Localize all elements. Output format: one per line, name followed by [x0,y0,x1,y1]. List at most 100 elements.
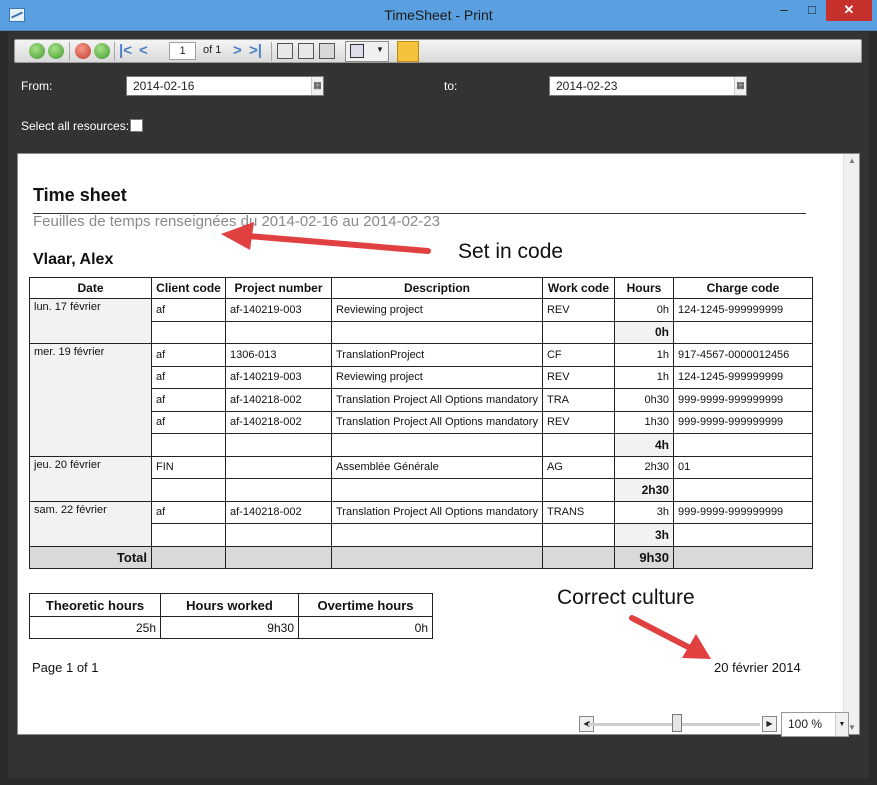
summary-header: Hours worked [160,593,299,617]
empty-cell [331,478,543,502]
empty-cell [672,545,813,569]
empty-cell [672,433,813,457]
project-number-cell: af-140218-002 [225,410,332,434]
last-page-icon[interactable]: >| [249,42,262,60]
client-code-cell: af [151,388,226,412]
zoom-select[interactable]: 100 % ▼ [781,712,849,737]
vertical-scrollbar[interactable]: ▲ ▼ [843,154,859,734]
date-cell: lun. 17 février [29,298,152,344]
print-date: 20 février 2014 [714,660,801,675]
print-preview-icon[interactable] [298,43,314,59]
page-number-input[interactable]: 1 [169,42,196,60]
summary-header: Theoretic hours [29,593,161,617]
annotation-set-in-code: Set in code [458,240,564,263]
empty-cell [541,523,615,547]
empty-cell [672,478,813,502]
work-code-cell: REV [541,365,615,389]
client-code-cell: af [151,298,226,322]
table-row: jeu. 20 février FIN Assemblée Générale AG 2h… [29,455,813,502]
date-cell: mer. 19 février [29,343,152,457]
summary-table: Theoretic hours Hours worked Overtime ho… [29,593,433,639]
empty-cell [151,545,226,569]
column-header: Project number [225,277,332,299]
empty-cell [672,320,813,344]
client-code-cell: af [151,343,226,367]
hours-cell: 3h [613,500,674,524]
description-cell: Translation Project All Options mandator… [331,500,543,524]
table-header-row: Date Client code Project number Descript… [29,277,813,299]
from-date-field[interactable]: 2014-02-16 ▦ [126,76,324,96]
maximize-button[interactable]: □ [798,0,826,21]
subtotal-hours: 3h [613,523,674,547]
charge-code-cell: 999-9999-999999999 [672,388,813,412]
table-row: lun. 17 février af af-140219-003 Reviewing … [29,298,813,344]
tools-icon[interactable] [397,41,419,62]
first-page-icon[interactable]: |< [119,42,132,60]
hours-cell: 0h [613,298,674,322]
chevron-down-icon[interactable]: ▼ [835,713,848,736]
hours-worked-value: 9h30 [160,616,299,639]
back-icon[interactable] [29,43,45,59]
window-title: TimeSheet - Print [384,7,493,23]
toolbar-separator [271,42,272,61]
stop-icon[interactable] [75,43,91,59]
work-code-cell: AG [541,455,615,479]
next-page-icon[interactable]: > [233,42,242,60]
overtime-hours-value: 0h [298,616,433,639]
zoom-in-button[interactable]: ▶ [762,716,777,732]
scroll-down-icon[interactable]: ▼ [848,723,856,732]
refresh-icon[interactable] [94,43,110,59]
subtotal-hours: 0h [613,320,674,344]
date-cell: sam. 22 février [29,500,152,547]
title-bar: TimeSheet - Print – □ ✕ [0,0,877,31]
column-header: Description [331,277,543,299]
forward-icon[interactable] [48,43,64,59]
project-number-cell: af-140218-002 [225,500,332,524]
close-button[interactable]: ✕ [826,0,872,21]
report-viewer: Time sheet Feuilles de temps renseignées… [17,153,860,735]
description-cell: TranslationProject [331,343,543,367]
zoom-value: 100 % [788,717,823,731]
to-date-field[interactable]: 2014-02-23 ▦ [549,76,747,96]
prev-page-icon[interactable]: < [139,42,148,60]
client-code-cell: FIN [151,455,226,479]
work-code-cell: REV [541,298,615,322]
description-cell: Translation Project All Options mandator… [331,388,543,412]
resource-name: Vlaar, Alex [33,251,114,268]
save-dropdown[interactable]: ▼ [345,41,389,62]
description-cell: Assemblée Générale [331,455,543,479]
charge-code-cell: 124-1245-999999999 [672,298,813,322]
page-count-label: of 1 [203,44,222,56]
annotation-correct-culture: Correct culture [557,586,695,609]
subtotal-hours: 4h [613,433,674,457]
project-number-cell [225,455,332,479]
description-cell: Reviewing project [331,365,543,389]
empty-cell [331,320,543,344]
to-date-value: 2014-02-23 [556,79,618,93]
empty-cell [541,433,615,457]
calendar-icon[interactable]: ▦ [311,77,323,95]
page-setup-icon[interactable] [277,43,293,59]
select-all-checkbox[interactable] [130,119,143,132]
theoretic-hours-value: 25h [29,616,161,639]
scroll-up-icon[interactable]: ▲ [848,156,856,165]
empty-cell [672,523,813,547]
work-code-cell: CF [541,343,615,367]
column-header: Client code [151,277,226,299]
report-subtitle: Feuilles de temps renseignées du 2014-02… [33,213,440,230]
empty-cell [225,545,332,569]
print-icon[interactable] [319,43,335,59]
hours-cell: 1h [613,343,674,367]
project-number-cell: af-140219-003 [225,365,332,389]
report-toolbar: |< < 1 of 1 > >| ▼ [14,39,862,63]
empty-cell [331,523,543,547]
column-header: Date [29,277,152,299]
toolbar-separator [69,42,70,61]
minimize-button[interactable]: – [770,0,798,21]
empty-cell [331,545,543,569]
zoom-slider-thumb[interactable] [672,714,682,732]
project-number-cell: af-140218-002 [225,388,332,412]
hours-cell: 1h30 [613,410,674,434]
hours-cell: 2h30 [613,455,674,479]
calendar-icon[interactable]: ▦ [734,77,746,95]
